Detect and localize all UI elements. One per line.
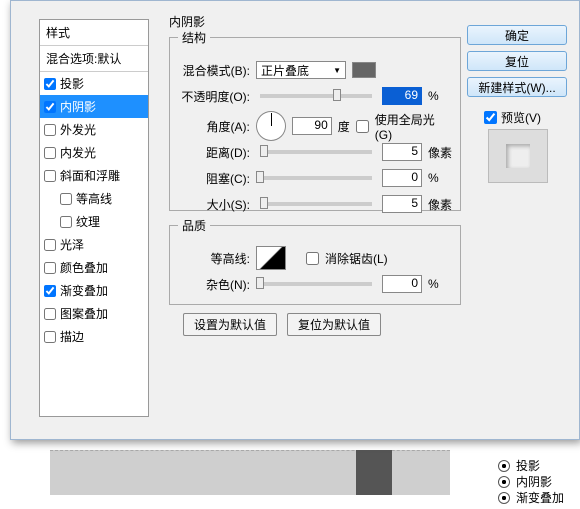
style-item-8[interactable]: 颜色叠加 <box>40 256 148 279</box>
style-label: 图案叠加 <box>60 305 108 322</box>
style-checkbox[interactable] <box>44 101 56 113</box>
angle-input[interactable]: 90 <box>292 117 332 135</box>
style-label: 外发光 <box>60 121 96 138</box>
eye-icon <box>498 476 510 488</box>
style-label: 渐变叠加 <box>60 282 108 299</box>
eye-icon <box>498 492 510 504</box>
make-default-button[interactable]: 设置为默认值 <box>183 313 277 336</box>
style-checkbox[interactable] <box>60 193 72 205</box>
style-checkbox[interactable] <box>44 124 56 136</box>
preview-swatch <box>488 129 548 183</box>
new-style-button[interactable]: 新建样式(W)... <box>467 77 567 97</box>
section-title: 内阴影 <box>169 13 205 30</box>
style-item-2[interactable]: 外发光 <box>40 118 148 141</box>
global-light-checkbox[interactable] <box>356 120 369 133</box>
layer-style-dialog: 样式 混合选项:默认 投影内阴影外发光内发光斜面和浮雕等高线纹理光泽颜色叠加渐变… <box>10 0 580 440</box>
size-input[interactable]: 5 <box>382 195 422 213</box>
opacity-label: 不透明度(O): <box>178 88 250 105</box>
style-item-4[interactable]: 斜面和浮雕 <box>40 164 148 187</box>
preview-checkbox[interactable] <box>484 111 497 124</box>
style-checkbox[interactable] <box>60 216 72 228</box>
style-item-5[interactable]: 等高线 <box>40 187 148 210</box>
reset-default-button[interactable]: 复位为默认值 <box>287 313 381 336</box>
styles-panel: 样式 混合选项:默认 投影内阴影外发光内发光斜面和浮雕等高线纹理光泽颜色叠加渐变… <box>39 19 149 417</box>
style-checkbox[interactable] <box>44 331 56 343</box>
style-item-3[interactable]: 内发光 <box>40 141 148 164</box>
style-label: 纹理 <box>76 213 100 230</box>
color-swatch[interactable] <box>352 62 376 78</box>
style-label: 内发光 <box>60 144 96 161</box>
style-item-7[interactable]: 光泽 <box>40 233 148 256</box>
choke-input[interactable]: 0 <box>382 169 422 187</box>
angle-label: 角度(A): <box>178 118 250 135</box>
styles-header: 样式 <box>40 20 148 46</box>
style-label: 颜色叠加 <box>60 259 108 276</box>
style-item-1[interactable]: 内阴影 <box>40 95 148 118</box>
size-label: 大小(S): <box>178 196 250 213</box>
style-checkbox[interactable] <box>44 147 56 159</box>
quality-group: 品质 等高线: 消除锯齿(L) 杂色(N): 0 % <box>169 217 461 305</box>
cancel-button[interactable]: 复位 <box>467 51 567 71</box>
style-item-11[interactable]: 描边 <box>40 325 148 348</box>
style-checkbox[interactable] <box>44 308 56 320</box>
style-checkbox[interactable] <box>44 262 56 274</box>
style-item-0[interactable]: 投影 <box>40 72 148 95</box>
size-slider[interactable] <box>260 202 372 206</box>
contour-picker[interactable] <box>256 246 286 270</box>
blend-options-item[interactable]: 混合选项:默认 <box>40 46 148 72</box>
style-item-6[interactable]: 纹理 <box>40 210 148 233</box>
blend-mode-combo[interactable]: 正片叠底▼ <box>256 61 346 79</box>
style-item-10[interactable]: 图案叠加 <box>40 302 148 325</box>
eye-icon <box>498 460 510 472</box>
style-label: 斜面和浮雕 <box>60 167 120 184</box>
style-item-9[interactable]: 渐变叠加 <box>40 279 148 302</box>
bg-layer-peek: 投影 内阴影 渐变叠加 <box>498 458 564 506</box>
style-label: 内阴影 <box>60 98 96 115</box>
style-label: 投影 <box>60 75 84 92</box>
style-label: 等高线 <box>76 190 112 207</box>
style-checkbox[interactable] <box>44 170 56 182</box>
style-checkbox[interactable] <box>44 239 56 251</box>
blend-mode-label: 混合模式(B): <box>178 62 250 79</box>
style-checkbox[interactable] <box>44 285 56 297</box>
noise-slider[interactable] <box>260 282 372 286</box>
distance-input[interactable]: 5 <box>382 143 422 161</box>
opacity-slider[interactable] <box>260 94 372 98</box>
ok-button[interactable]: 确定 <box>467 25 567 45</box>
angle-dial[interactable] <box>256 111 286 141</box>
antialias-checkbox[interactable] <box>306 252 319 265</box>
opacity-input[interactable]: 69 <box>382 87 422 105</box>
contour-label: 等高线: <box>178 250 250 267</box>
style-label: 描边 <box>60 328 84 345</box>
structure-group: 结构 混合模式(B): 正片叠底▼ 不透明度(O): 69 % 角度(A): 9… <box>169 29 461 211</box>
style-label: 光泽 <box>60 236 84 253</box>
noise-label: 杂色(N): <box>178 276 250 293</box>
noise-input[interactable]: 0 <box>382 275 422 293</box>
choke-slider[interactable] <box>260 176 372 180</box>
distance-label: 距离(D): <box>178 144 250 161</box>
distance-slider[interactable] <box>260 150 372 154</box>
chevron-down-icon: ▼ <box>333 66 341 75</box>
choke-label: 阻塞(C): <box>178 170 250 187</box>
style-checkbox[interactable] <box>44 78 56 90</box>
